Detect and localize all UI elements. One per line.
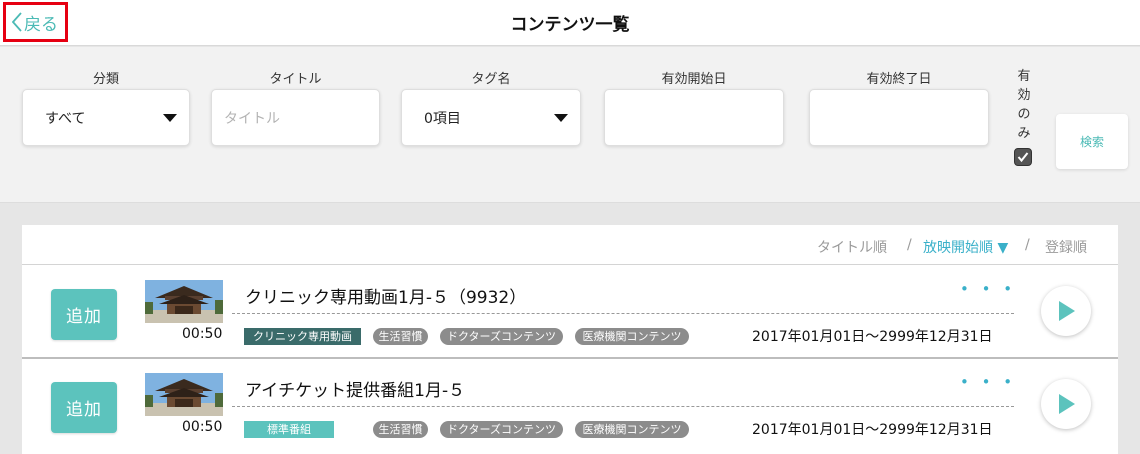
start-date-label: 有効開始日 [661, 72, 727, 87]
sort-separator: / [1025, 237, 1030, 253]
add-button[interactable]: 追加 [51, 289, 117, 340]
end-date-label: 有効終了日 [866, 72, 932, 87]
list-item: 追加 00:50 アイチケット提供番組1月-５ • • • 標準番組 生活習慣 … [22, 359, 1118, 452]
category-value: すべて [45, 110, 86, 127]
header-bar: 戻る コンテンツ一覧 [0, 0, 1140, 46]
end-date-input[interactable] [809, 89, 989, 146]
tag-badge: 医療機関コンテンツ [575, 328, 689, 345]
search-button[interactable]: 検索 [1056, 114, 1128, 169]
valid-only-label: 有効のみ [1017, 69, 1031, 141]
category-tag: クリニック専用動画 [244, 328, 361, 345]
tag-badge: ドクターズコンテンツ [440, 328, 563, 345]
tag-name-select[interactable]: 0項目 [401, 89, 581, 146]
title-label: タイトル [269, 72, 322, 87]
sort-bar: タイトル順 / 放映開始順 ▼ / 登録順 [22, 225, 1118, 265]
tag-name-value: 0項目 [424, 110, 461, 127]
category-select[interactable]: すべて [22, 89, 190, 146]
content-list: タイトル順 / 放映開始順 ▼ / 登録順 追加 00:50 クリニック専用動画… [22, 225, 1118, 454]
play-icon [1059, 301, 1075, 321]
start-date-input[interactable] [604, 89, 784, 146]
valid-period: 2017年01月01日〜2999年12月31日 [752, 329, 993, 345]
sort-by-registration[interactable]: 登録順 [1045, 237, 1087, 257]
title-placeholder: タイトル [224, 110, 280, 127]
tag-badge: 生活習慣 [373, 421, 428, 438]
page-title: コンテンツ一覧 [510, 15, 630, 35]
more-options-icon[interactable]: • • • [960, 373, 1016, 391]
sort-by-title[interactable]: タイトル順 [817, 237, 887, 257]
category-label: 分類 [92, 72, 119, 87]
duration: 00:50 [182, 419, 223, 435]
sort-separator: / [907, 237, 912, 253]
video-thumbnail [145, 280, 223, 323]
duration: 00:50 [182, 326, 223, 342]
sort-by-broadcast-start[interactable]: 放映開始順 ▼ [923, 237, 1008, 257]
divider [232, 313, 1014, 314]
filter-panel: 分類 すべて タイトル タイトル タグ名 0項目 有効開始日 有効終了日 有効の… [0, 47, 1140, 203]
category-tag: 標準番組 [244, 421, 334, 438]
dropdown-caret-icon [163, 114, 177, 122]
divider [232, 406, 1014, 407]
content-title: アイチケット提供番組1月-５ [245, 381, 466, 401]
checkmark-icon [1017, 152, 1029, 163]
tag-badge: 生活習慣 [373, 328, 428, 345]
valid-period: 2017年01月01日〜2999年12月31日 [752, 422, 993, 438]
play-button[interactable] [1041, 286, 1091, 336]
tag-badge: ドクターズコンテンツ [440, 421, 563, 438]
valid-only-checkbox[interactable] [1014, 148, 1032, 166]
play-icon [1059, 394, 1075, 414]
video-thumbnail [145, 373, 223, 416]
tag-name-label: タグ名 [471, 72, 511, 87]
play-button[interactable] [1041, 379, 1091, 429]
tag-badge: 医療機関コンテンツ [575, 421, 689, 438]
content-title: クリニック専用動画1月-５（9932） [245, 288, 527, 308]
add-button[interactable]: 追加 [51, 382, 117, 433]
title-input[interactable]: タイトル [211, 89, 380, 146]
dropdown-caret-icon [554, 114, 568, 122]
list-item: 追加 00:50 クリニック専用動画1月-５（9932） • • • クリニック… [22, 266, 1118, 359]
more-options-icon[interactable]: • • • [960, 280, 1016, 298]
